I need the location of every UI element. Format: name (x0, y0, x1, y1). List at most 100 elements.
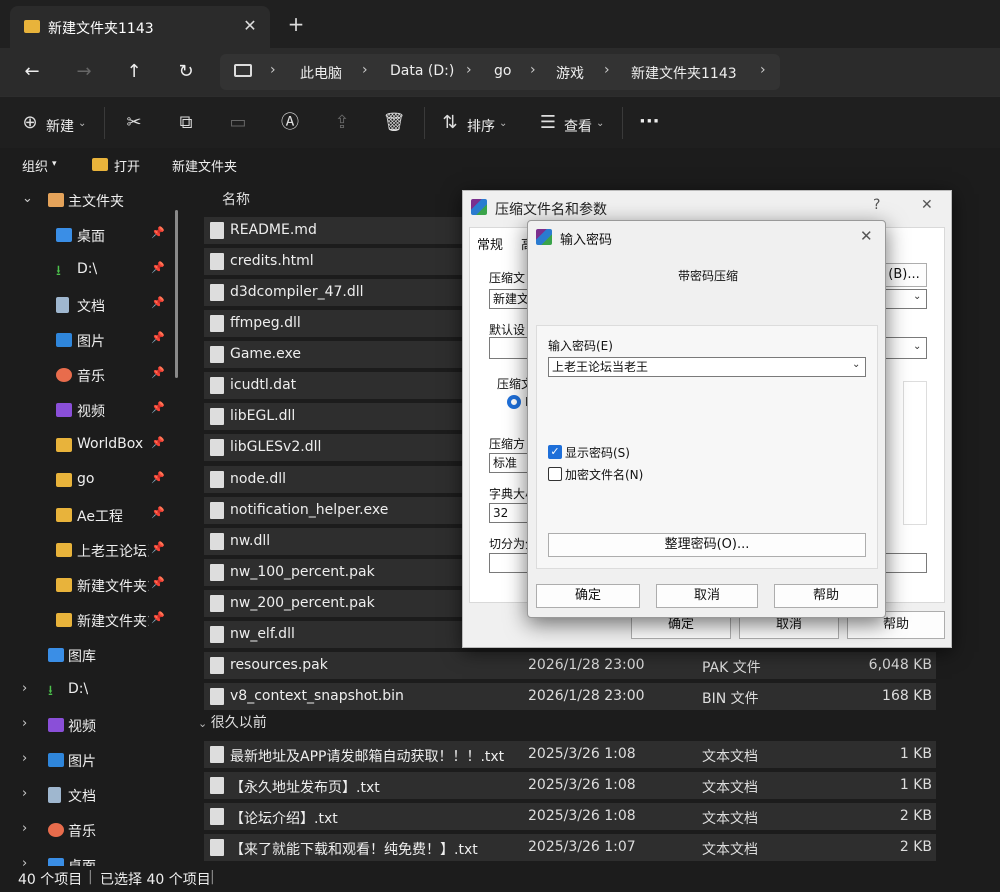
tab-current[interactable]: 新建文件夹1143 ✕ (10, 6, 270, 48)
sidebar-item-pictures-lib[interactable]: › 图片 (0, 742, 186, 777)
file-name: 最新地址及APP请发邮箱自动获取！！！.txt (230, 749, 505, 765)
title-bar: 新建文件夹1143 ✕ + (0, 0, 1000, 48)
paste-icon[interactable]: ▭ (226, 111, 250, 135)
sidebar-item-music-lib[interactable]: › 音乐 (0, 812, 186, 847)
chevron-right-icon: › (22, 786, 28, 801)
address-bar[interactable]: › 此电脑 › Data (D:) › go › 游戏 › 新建文件夹1143 … (220, 54, 780, 90)
sidebar-item-music[interactable]: 音乐 📌 (0, 357, 186, 392)
breadcrumb-games[interactable]: 游戏 (556, 63, 584, 83)
breadcrumb-go[interactable]: go (494, 63, 511, 79)
sidebar-item-label: 新建文件夹1 (77, 579, 149, 595)
winrar-icon (471, 199, 487, 215)
table-row[interactable]: 【永久地址发布页】.txt 2025/3/26 1:08 文本文档 1 KB (204, 772, 936, 799)
up-button[interactable]: ↑ (118, 56, 150, 88)
sidebar-item-pictures[interactable]: 图片 📌 (0, 322, 186, 357)
table-row[interactable]: v8_context_snapshot.bin 2026/1/28 23:00 BI… (204, 683, 936, 711)
breadcrumb-expand-chevron[interactable]: › (760, 62, 766, 78)
new-tab-button[interactable]: + (284, 12, 308, 36)
new-folder-button[interactable]: 新建文件夹 (172, 156, 237, 175)
file-type: 文本文档 (702, 811, 758, 827)
new-button[interactable]: 新建 (46, 116, 74, 136)
table-row[interactable]: resources.pak 2026/1/28 23:00 PAK 文件 6,048 … (204, 651, 936, 679)
sidebar-item-label: 音乐 (77, 369, 105, 385)
sidebar-item-forum[interactable]: 上老王论坛当 📌 (0, 532, 186, 567)
sidebar-item-videos-lib[interactable]: › 视频 (0, 707, 186, 742)
selected-count: 已选择 40 个项目 (100, 872, 211, 888)
sidebar-item-documents[interactable]: 文档 📌 (0, 287, 186, 322)
column-header-name[interactable]: 名称 (222, 189, 250, 209)
file-icon (210, 625, 224, 643)
dialog-title: 压缩文件名和参数 (495, 202, 607, 218)
ok-button[interactable]: 确定 (536, 584, 640, 608)
sidebar-scrollbar[interactable] (175, 210, 178, 378)
share-icon[interactable]: ⇪ (330, 111, 354, 135)
help-button[interactable]: 帮助 (774, 584, 878, 608)
desktop-icon (56, 228, 72, 242)
delete-icon[interactable]: 🗑 (382, 111, 406, 135)
sidebar-item-worldbox[interactable]: WorldBox 📌 (0, 427, 186, 462)
view-button[interactable]: 查看 (564, 116, 592, 136)
sidebar-item-new-folder-a[interactable]: 新建文件夹1 📌 (0, 567, 186, 602)
organize-menu[interactable]: 组织 (22, 156, 48, 175)
close-tab-icon[interactable]: ✕ (238, 14, 262, 38)
forward-button[interactable]: → (68, 56, 100, 88)
divider (104, 107, 105, 139)
password-input[interactable]: 上老王论坛当老王 (548, 357, 866, 377)
sidebar-item-go[interactable]: go 📌 (0, 462, 186, 497)
sidebar-item-new-folder-b[interactable]: 新建文件夹1 📌 (0, 602, 186, 637)
file-name: credits.html (230, 253, 314, 270)
sidebar-item-videos[interactable]: 视频 📌 (0, 392, 186, 427)
back-button[interactable]: ← (16, 56, 48, 88)
sort-button[interactable]: 排序 (467, 116, 495, 136)
organize-passwords-button[interactable]: 整理密码(O)... (548, 533, 866, 557)
table-row[interactable]: 最新地址及APP请发邮箱自动获取！！！.txt 2025/3/26 1:08 文本文… (204, 741, 936, 768)
breadcrumb-separator: › (270, 62, 276, 78)
sidebar-item-drive-d[interactable]: › ⭳ D:\ (0, 672, 186, 707)
radio-rar[interactable] (507, 395, 521, 409)
plus-circle-icon[interactable]: ⊕ (18, 111, 42, 135)
sidebar-item-gallery[interactable]: 图库 (0, 637, 186, 672)
file-icon (210, 315, 224, 333)
encrypt-filenames-checkbox[interactable] (548, 467, 562, 481)
breadcrumb-folder[interactable]: 新建文件夹1143 (631, 63, 737, 83)
rename-icon[interactable]: Ⓐ (278, 111, 302, 135)
table-row[interactable]: 【论坛介绍】.txt 2025/3/26 1:08 文本文档 2 KB (204, 803, 936, 830)
group-header-old[interactable]: ⌄ 很久以前 (198, 712, 267, 732)
file-date: 2025/3/26 1:08 (528, 777, 636, 793)
sidebar-item-home[interactable]: ⌄ 主文件夹 (0, 182, 186, 217)
sidebar-item-ae[interactable]: Ae工程 📌 (0, 497, 186, 532)
file-name: 【论坛介绍】.txt (230, 811, 338, 827)
cut-icon[interactable]: ✂ (122, 111, 146, 135)
chevron-down-icon: ⌄ (913, 291, 922, 302)
breadcrumb-this-pc[interactable]: 此电脑 (300, 63, 342, 83)
open-button[interactable]: 打开 (114, 156, 140, 175)
close-dialog-button[interactable]: ✕ (860, 227, 873, 245)
chevron-right-icon: › (22, 716, 28, 731)
chevron-down-icon: ⌄ (913, 341, 922, 352)
file-name: nw_elf.dll (230, 625, 295, 642)
close-dialog-button[interactable]: ✕ (921, 197, 933, 213)
breadcrumb-data-d[interactable]: Data (D:) (390, 63, 454, 79)
gallery-icon (48, 648, 64, 662)
label-compression-method: 压缩方 (489, 437, 526, 451)
cancel-button[interactable]: 取消 (656, 584, 758, 608)
refresh-button[interactable]: ↻ (170, 56, 202, 88)
more-options-button[interactable]: ··· (639, 111, 660, 132)
help-question-button[interactable]: ? (873, 197, 880, 213)
file-date: 2025/3/26 1:08 (528, 746, 636, 762)
sidebar-item-desktop[interactable]: 桌面 📌 (0, 217, 186, 252)
show-password-checkbox[interactable]: ✓ (548, 445, 562, 459)
file-icon (210, 346, 224, 364)
table-row[interactable]: 【来了就能下载和观看！纯免费！】.txt 2025/3/26 1:07 文本文档 2 … (204, 834, 936, 861)
copy-icon[interactable]: ⧉ (174, 111, 198, 135)
tab-general[interactable]: 常规 (477, 234, 503, 253)
sidebar-item-d-drive[interactable]: ⭳ D:\ 📌 (0, 252, 186, 287)
document-icon (48, 787, 61, 803)
browse-button[interactable]: (B)... (881, 263, 927, 287)
file-name: 【来了就能下载和观看！纯免费！】.txt (230, 842, 478, 858)
file-size: 6,048 KB (868, 656, 932, 673)
file-date: 2025/3/26 1:07 (528, 839, 636, 855)
sidebar-item-documents-lib[interactable]: › 文档 (0, 777, 186, 812)
sidebar-item-desktop-lib[interactable]: › 桌面 (0, 847, 186, 867)
toolbar: ⊕ 新建 ⌄ ✂ ⧉ ▭ Ⓐ ⇪ 🗑 ⇅ 排序 ⌄ ☰ 查看 ⌄ ··· (0, 96, 1000, 148)
